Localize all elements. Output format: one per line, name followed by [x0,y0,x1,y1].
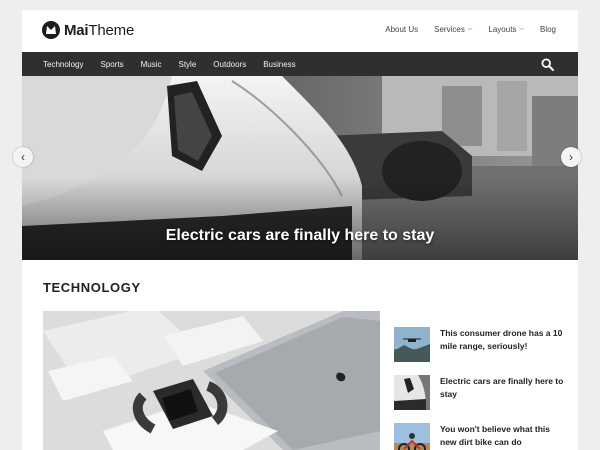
brand-name-bold: Mai [64,21,89,39]
chevron-down-icon: ⌵ [467,26,473,32]
nav-layouts[interactable]: Layouts ⌵ [488,25,524,34]
post-thumbnail[interactable] [394,327,430,362]
chevron-left-icon: ‹ [21,150,25,164]
car-image [394,375,430,410]
post-title[interactable]: You won't believe what this new dirt bik… [440,423,564,449]
nav-label: Services [434,25,465,34]
slider-prev-button[interactable]: ‹ [13,147,33,167]
nav-label: Blog [539,25,556,34]
dirt-bike-image [394,423,430,450]
featured-image [43,311,380,450]
site-logo[interactable]: MaiTheme [42,21,134,39]
post-thumbnail[interactable] [394,375,430,410]
chevron-right-icon: › [569,150,573,164]
search-icon[interactable] [541,58,554,71]
section-title: TECHNOLOGY [43,280,141,295]
top-nav: About Us Services ⌵ Layouts ⌵ Blog [369,25,556,34]
page: MaiTheme About Us Services ⌵ Layouts ⌵ Blo… [22,10,578,450]
list-item[interactable]: You won't believe what this new dirt bik… [394,423,564,450]
list-item[interactable]: This consumer drone has a 10 mile range,… [394,327,564,364]
nav-about-us[interactable]: About Us [385,25,418,34]
category-business[interactable]: Business [263,60,295,69]
category-sports[interactable]: Sports [100,60,123,69]
nav-blog[interactable]: Blog [540,25,556,34]
slider-next-button[interactable]: › [561,147,581,167]
brand-name-light: Theme [88,21,135,39]
category-outdoors[interactable]: Outdoors [213,60,246,69]
post-thumbnail[interactable] [394,423,430,450]
hero-slide[interactable]: Electric cars are finally here to stay [22,76,578,260]
featured-post-image[interactable] [43,311,380,450]
post-title[interactable]: This consumer drone has a 10 mile range,… [440,327,564,353]
post-title[interactable]: Electric cars are finally here to stay [440,375,564,401]
drone-image [394,327,430,362]
category-nav: Technology Sports Music Style Outdoors B… [22,52,578,76]
site-title: MaiTheme [64,22,134,39]
category-style[interactable]: Style [179,60,197,69]
category-music[interactable]: Music [141,60,162,69]
hero-caption[interactable]: Electric cars are finally here to stay [22,227,578,245]
site-header: MaiTheme About Us Services ⌵ Layouts ⌵ Blo… [22,10,578,52]
logo-mark-icon [42,21,60,39]
chevron-down-icon: ⌵ [519,26,524,32]
post-list: This consumer drone has a 10 mile range,… [394,327,564,450]
nav-label: Layouts [488,25,517,34]
nav-services[interactable]: Services ⌵ [434,25,472,34]
list-item[interactable]: Electric cars are finally here to stay [394,375,564,412]
category-technology[interactable]: Technology [43,60,83,69]
nav-label: About Us [385,25,419,34]
